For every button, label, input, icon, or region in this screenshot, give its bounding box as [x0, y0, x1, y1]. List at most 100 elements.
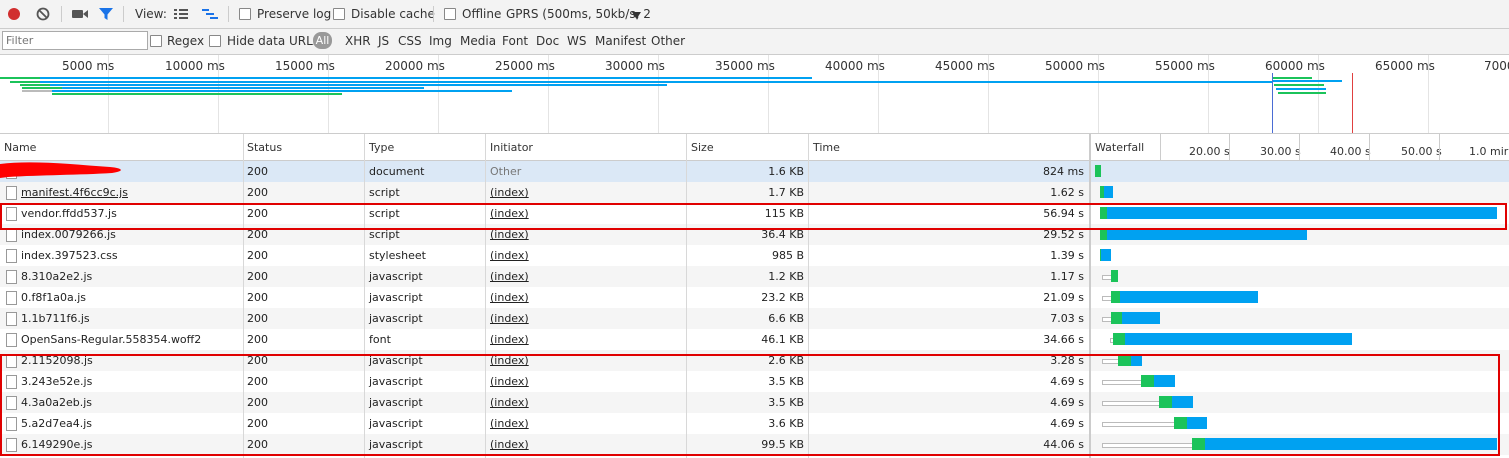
table-row[interactable]: 1.1b711f6.js 200 javascript (index) 6.6 KB 7.…	[0, 308, 1509, 329]
filter-button[interactable]	[98, 6, 114, 22]
waterfall-download-bar	[1122, 312, 1160, 324]
waterfall-header-divider	[1299, 134, 1300, 160]
annotation-box	[0, 203, 1507, 230]
overview-tick-label: 5000 ms	[62, 59, 115, 73]
table-row[interactable]: index.397523.css 200 stylesheet (index) 985 …	[0, 245, 1509, 266]
record-button[interactable]	[6, 6, 22, 22]
regex-label: Regex	[167, 34, 205, 48]
table-row[interactable]: OpenSans-Regular.558354.woff2 200 font (ind…	[0, 329, 1509, 350]
request-name: index.397523.css	[21, 249, 118, 262]
request-name: manifest.4f6cc9c.js	[21, 186, 128, 199]
table-row[interactable]: 0.f8f1a0a.js 200 javascript (index) 23.2 KB 2…	[0, 287, 1509, 308]
overview-tick-label: 55000 ms	[1155, 59, 1215, 73]
hide-data-urls-checkbox[interactable]	[209, 35, 221, 47]
request-status: 200	[247, 186, 268, 199]
table-row[interactable]: 8.310a2e2.js 200 javascript (index) 1.2 KB 1.…	[0, 266, 1509, 287]
filter-icon	[99, 8, 113, 20]
request-status: 200	[247, 312, 268, 325]
waterfall-waiting-bar	[1095, 165, 1101, 177]
file-icon	[6, 228, 17, 242]
request-initiator[interactable]: (index)	[490, 186, 529, 199]
request-status: 200	[247, 291, 268, 304]
type-filter-other[interactable]: Other	[651, 34, 685, 48]
clear-icon	[36, 7, 50, 21]
table-row[interactable]: manifest.4f6cc9c.js 200 script (index) 1.7 K…	[0, 182, 1509, 203]
filter-input[interactable]	[2, 31, 148, 50]
toolbar-divider	[228, 6, 229, 22]
overview-tick-label: 35000 ms	[715, 59, 775, 73]
overview-tick-label: 65000 ms	[1375, 59, 1435, 73]
file-icon	[6, 186, 17, 200]
type-filter-manifest[interactable]: Manifest	[595, 34, 646, 48]
redaction-scribble	[0, 162, 121, 178]
waterfall-header-divider	[1369, 134, 1370, 160]
overview-bar	[52, 93, 342, 95]
column-header-size[interactable]: Size	[691, 141, 714, 154]
network-overview[interactable]: 5000 ms 10000 ms 15000 ms 20000 ms 25000…	[0, 55, 1509, 134]
column-header-initiator[interactable]: Initiator	[490, 141, 533, 154]
request-initiator[interactable]: (index)	[490, 312, 529, 325]
table-row[interactable]: 200 document Other 1.6 KB 824 ms	[0, 161, 1509, 182]
request-size: 6.6 KB	[768, 312, 804, 325]
waterfall-tick-label: 1.0 mir	[1469, 145, 1509, 158]
waterfall-waiting-bar	[1113, 333, 1125, 345]
overview-bar	[10, 81, 40, 83]
request-time: 21.09 s	[1043, 291, 1084, 304]
request-name: 0.f8f1a0a.js	[21, 291, 87, 304]
request-time: 1.39 s	[1050, 249, 1084, 262]
type-filter-css[interactable]: CSS	[398, 34, 422, 48]
waterfall-tick-label: 20.00 s	[1189, 145, 1230, 158]
disable-cache-checkbox[interactable]	[333, 8, 345, 20]
offline-checkbox[interactable]	[444, 8, 456, 20]
large-rows-button[interactable]	[173, 6, 189, 22]
column-header-waterfall[interactable]: Waterfall	[1095, 141, 1144, 154]
request-status: 200	[247, 270, 268, 283]
request-time: 1.62 s	[1050, 186, 1084, 199]
waterfall-download-bar	[1101, 249, 1111, 261]
screenshot-button[interactable]	[71, 6, 88, 22]
waterfall-tick-label: 30.00 s	[1260, 145, 1301, 158]
type-filter-doc[interactable]: Doc	[536, 34, 559, 48]
request-initiator[interactable]: (index)	[490, 249, 529, 262]
list-view-icon	[174, 9, 188, 19]
regex-checkbox[interactable]	[150, 35, 162, 47]
offline-label: Offline	[462, 7, 502, 21]
preserve-log-label: Preserve log	[257, 7, 332, 21]
overview-tick-label: 40000 ms	[825, 59, 885, 73]
overview-tick-label: 30000 ms	[605, 59, 665, 73]
type-filter-all[interactable]: All	[313, 32, 332, 49]
request-name: OpenSans-Regular.558354.woff2	[21, 333, 202, 346]
type-filter-ws[interactable]: WS	[567, 34, 586, 48]
overview-tick-label: 15000 ms	[275, 59, 335, 73]
request-initiator[interactable]: (index)	[490, 270, 529, 283]
request-size: 1.6 KB	[768, 165, 804, 178]
column-header-status[interactable]: Status	[247, 141, 282, 154]
waterfall-download-bar	[1104, 186, 1113, 198]
type-filter-font[interactable]: Font	[502, 34, 528, 48]
request-time: 824 ms	[1043, 165, 1084, 178]
type-filter-img[interactable]: Img	[429, 34, 452, 48]
request-type: script	[369, 186, 400, 199]
clear-button[interactable]	[35, 6, 51, 22]
type-filter-media[interactable]: Media	[460, 34, 496, 48]
overview-toggle-button[interactable]	[201, 6, 218, 22]
type-filter-js[interactable]: JS	[378, 34, 389, 48]
overview-bar	[62, 87, 424, 89]
request-initiator[interactable]: (index)	[490, 291, 529, 304]
column-header-time[interactable]: Time	[813, 141, 840, 154]
throttling-value: GPRS (500ms, 50kb/s, 2	[506, 7, 651, 21]
waterfall-header-divider	[1160, 134, 1161, 160]
preserve-log-checkbox[interactable]	[239, 8, 251, 20]
throttling-select[interactable]: GPRS (500ms, 50kb/s, 2	[506, 7, 651, 21]
hide-data-urls-label: Hide data URLs	[227, 34, 320, 48]
overview-tick-label: 20000 ms	[385, 59, 445, 73]
dropdown-arrow-icon[interactable]	[632, 9, 641, 22]
overview-bar	[1274, 84, 1324, 86]
column-header-name[interactable]: Name	[4, 141, 36, 154]
column-header-type[interactable]: Type	[369, 141, 394, 154]
waterfall-tick-label: 50.00 s	[1401, 145, 1442, 158]
type-filter-xhr[interactable]: XHR	[345, 34, 371, 48]
overview-tick-label: 25000 ms	[495, 59, 555, 73]
request-name: 8.310a2e2.js	[21, 270, 93, 283]
request-initiator[interactable]: (index)	[490, 333, 529, 346]
